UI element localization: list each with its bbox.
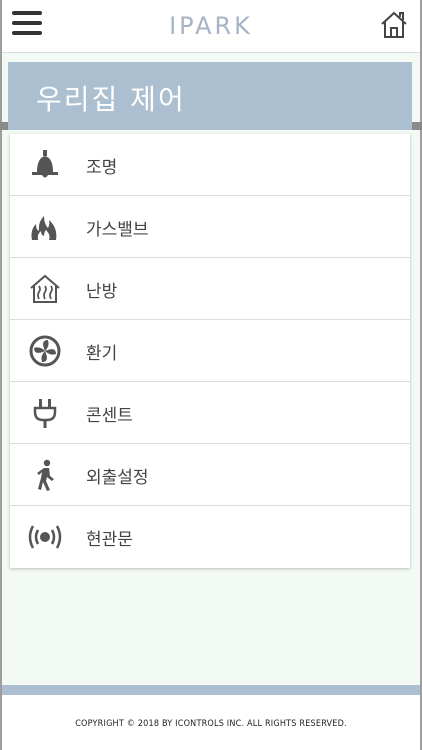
control-menu-list: 조명 가스밸브 난방 환기 콘센트 외출설정 현관문: [10, 134, 410, 568]
copyright-text: COPYRIGHT © 2018 BY ICONTROLS INC. ALL R…: [75, 719, 347, 729]
section-banner: 우리집 제어: [8, 62, 412, 130]
frame-left-border: [0, 0, 2, 750]
menu-item-lighting[interactable]: 조명: [10, 134, 410, 196]
menu-item-label: 외출설정: [86, 468, 149, 488]
walking-person-icon: [37, 459, 54, 491]
menu-item-gas-valve[interactable]: 가스밸브: [10, 196, 410, 258]
menu-item-label: 현관문: [86, 530, 133, 550]
plug-icon: [33, 399, 57, 428]
menu-item-label: 가스밸브: [86, 220, 149, 240]
fan-icon: [29, 335, 61, 367]
menu-item-label: 조명: [86, 158, 118, 178]
menu-item-label: 환기: [86, 344, 118, 364]
page-title: 우리집 제어: [36, 83, 186, 116]
signal-broadcast-icon: [28, 525, 62, 549]
menu-item-heating[interactable]: 난방: [10, 258, 410, 320]
footer-accent-band: [2, 685, 420, 695]
menu-item-ventilation[interactable]: 환기: [10, 320, 410, 382]
footer: COPYRIGHT © 2018 BY ICONTROLS INC. ALL R…: [2, 695, 420, 750]
app-header: IPARK: [2, 0, 420, 53]
menu-item-away-mode[interactable]: 외출설정: [10, 444, 410, 506]
menu-item-outlet[interactable]: 콘센트: [10, 382, 410, 444]
side-accent-right: [412, 122, 422, 130]
menu-item-label: 콘센트: [86, 406, 133, 426]
heating-house-icon: [30, 274, 60, 303]
menu-item-front-door[interactable]: 현관문: [10, 506, 410, 567]
home-icon: [381, 11, 407, 38]
flame-icon: [31, 216, 57, 240]
brand-logo-text: IPARK: [169, 12, 253, 40]
home-button[interactable]: [378, 9, 410, 41]
bell-lamp-icon: [32, 150, 58, 178]
menu-item-label: 난방: [86, 282, 118, 302]
